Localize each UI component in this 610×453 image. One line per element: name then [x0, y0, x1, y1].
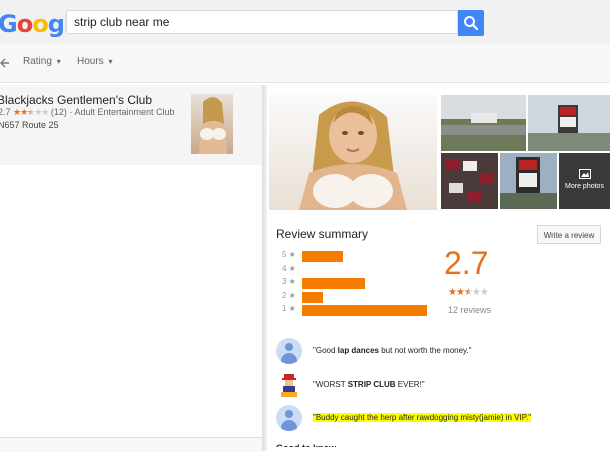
histogram-bar — [302, 305, 427, 316]
photo-thumbnail[interactable] — [500, 153, 557, 209]
star-rating-on: ★★ — [13, 107, 28, 117]
review-text-post: EVER!" — [395, 380, 425, 389]
top-bar: Google strip club near me — [0, 0, 610, 44]
result-rating-value: 2.7 — [0, 107, 11, 117]
arrow-left-icon[interactable] — [0, 56, 10, 72]
write-review-button[interactable]: Write a review — [537, 225, 601, 244]
review-text-pre: "WORST — [313, 380, 348, 389]
review-summary-title: Review summary — [276, 227, 369, 241]
search-input[interactable]: strip club near me — [66, 10, 458, 34]
big-star-filled: ★ — [455, 287, 465, 298]
review-text-bold: lap dances — [337, 346, 379, 355]
search-query-text: strip club near me — [74, 15, 170, 29]
big-star-empty: ★ — [479, 287, 489, 298]
chevron-down-icon: ▾ — [56, 57, 61, 66]
star-rating-icon: ★★★★★ — [448, 287, 489, 298]
main-photo[interactable] — [269, 95, 437, 210]
hours-filter-label: Hours — [77, 56, 104, 67]
place-details-panel: More photos Review summary Write a revie… — [267, 85, 610, 451]
default-avatar-icon — [276, 338, 302, 364]
result-category: · Adult Entertainment Club — [69, 107, 175, 117]
star-rating-icon: ★★★★★ — [13, 107, 49, 117]
logo-letter: o — [32, 10, 48, 38]
big-star-filled: ★ — [448, 287, 457, 298]
filter-bar: Rating ▾ Hours ▾ — [0, 44, 610, 83]
histogram-bar — [302, 278, 365, 289]
list-item[interactable]: Blackjacks Gentlemen's Club 2.7 ★★★★★ (1… — [0, 85, 262, 165]
histogram-star-label: 1 ★ — [282, 304, 296, 313]
photo-thumbnail[interactable] — [441, 95, 526, 151]
big-star-half: ★ — [463, 287, 473, 298]
hours-filter-button[interactable]: Hours ▾ — [77, 56, 112, 67]
review-text: "WORST STRIP CLUB EVER!" — [313, 380, 425, 389]
search-button[interactable] — [458, 10, 484, 36]
photo-thumbnail[interactable] — [441, 153, 498, 209]
result-review-count: (12) — [50, 107, 67, 117]
histogram-star-label: 5 ★ — [282, 250, 296, 259]
review-text: "Good lap dances but not worth the money… — [313, 346, 472, 355]
cartoon-avatar-icon — [276, 372, 302, 398]
result-thumbnail — [191, 94, 233, 154]
review-text-post: but not worth the money." — [379, 346, 472, 355]
more-photos-label: More photos — [565, 183, 604, 190]
results-list: Blackjacks Gentlemen's Club 2.7 ★★★★★ (1… — [0, 85, 262, 452]
logo-letter: o — [16, 10, 33, 38]
section-heading-partial: Good to know — [276, 443, 336, 453]
result-rating-line: 2.7 ★★★★★ (12) · Adult Entertainment Clu… — [0, 107, 175, 118]
good-to-know-heading: Good to know — [276, 443, 336, 453]
histogram-star-label: 4 ★ — [282, 263, 296, 273]
result-address: N657 Route 25 — [0, 120, 59, 130]
review-text-bold: STRIP CLUB — [347, 380, 396, 389]
big-star-empty: ★ — [471, 287, 481, 298]
photo-thumbnail[interactable] — [528, 95, 610, 151]
review-text: "Buddy caught the herp after rawdogging … — [313, 413, 532, 422]
histogram-star-label: 3 ★ — [282, 277, 296, 286]
search-icon — [464, 16, 479, 31]
histogram-bar — [302, 291, 323, 303]
logo-letter: G — [0, 10, 18, 38]
more-photos-button[interactable]: More photos — [559, 153, 610, 209]
average-rating: 2.7 — [444, 245, 489, 281]
chevron-down-icon: ▾ — [108, 57, 113, 66]
review-text-pre: "Good — [313, 346, 338, 355]
default-avatar-icon — [276, 405, 302, 431]
rating-filter-label: Rating — [23, 56, 52, 67]
result-name: Blackjacks Gentlemen's Club — [0, 93, 153, 107]
logo-letter: g — [47, 10, 65, 38]
histogram-bar — [302, 251, 343, 262]
rating-filter-button[interactable]: Rating ▾ — [23, 56, 61, 67]
histogram-star-label: 2 ★ — [282, 290, 296, 300]
photo-gallery-icon — [578, 169, 591, 179]
review-text-highlighted: "Buddy caught the herp after rawdogging … — [313, 413, 532, 422]
star-rating-off: ★★ — [34, 107, 49, 117]
list-footer — [0, 437, 262, 452]
review-count-link[interactable]: 12 reviews — [448, 305, 491, 315]
